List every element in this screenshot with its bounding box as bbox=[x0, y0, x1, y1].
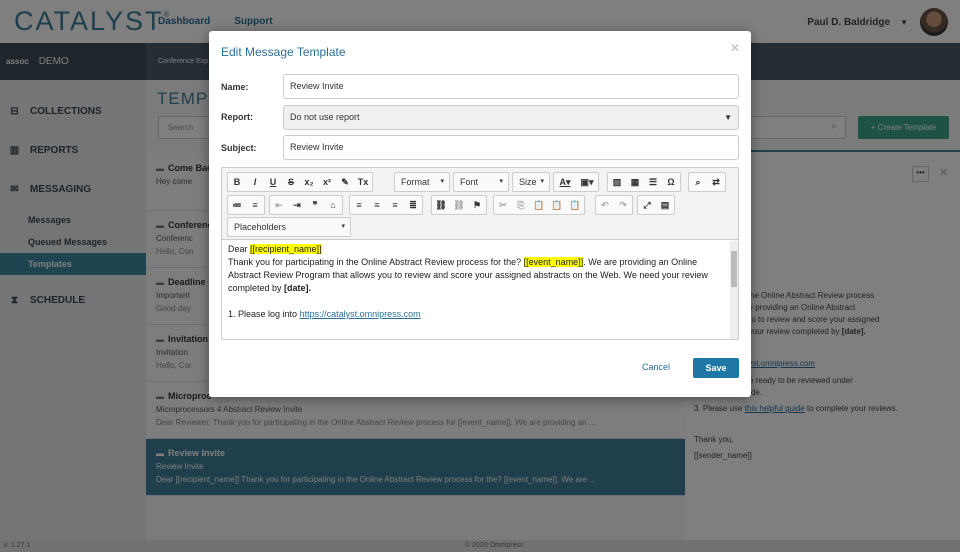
size-dropdown[interactable]: Size ▾ bbox=[512, 172, 550, 192]
indent-icon[interactable]: ⇥ bbox=[288, 196, 306, 214]
align-right-icon[interactable]: ≡ bbox=[386, 196, 404, 214]
caret-down-icon: ▾ bbox=[341, 223, 345, 230]
editor-scrollbar[interactable] bbox=[730, 241, 738, 339]
modal-title: Edit Message Template bbox=[221, 45, 346, 59]
report-label: Report: bbox=[221, 112, 253, 122]
report-select[interactable]: Do not use report ▼ bbox=[283, 105, 739, 130]
source-icon[interactable]: ▤ bbox=[656, 196, 674, 214]
subject-field[interactable]: Review Invite bbox=[283, 135, 739, 160]
link-group: ⛓ ⛓ ⚑ bbox=[431, 195, 487, 215]
outdent-icon[interactable]: ⇤ bbox=[270, 196, 288, 214]
color-group: A▾ ▣▾ bbox=[553, 172, 599, 192]
remove-format-icon[interactable]: Tx bbox=[354, 173, 372, 191]
font-dropdown[interactable]: Font ▾ bbox=[453, 172, 509, 192]
bold-button[interactable]: B bbox=[228, 173, 246, 191]
editor-body[interactable]: Dear [[recipient_name]] Thank you for pa… bbox=[222, 241, 732, 339]
superscript-button[interactable]: x² bbox=[318, 173, 336, 191]
anchor-flag-icon[interactable]: ⚑ bbox=[468, 196, 486, 214]
format-dropdown[interactable]: Format ▾ bbox=[394, 172, 450, 192]
bullet-list-icon[interactable]: ≡ bbox=[246, 196, 264, 214]
rich-text-editor: B I U S x₂ x² ✎ Tx Format ▾ Font ▾ Size ▾ A… bbox=[221, 167, 739, 340]
unlink-icon[interactable]: ⛓ bbox=[450, 196, 468, 214]
event-placeholder: [[event_name]] bbox=[523, 257, 584, 267]
search-icon[interactable]: ⌕ bbox=[689, 173, 707, 191]
editor-link-catalyst[interactable]: https://catalyst.omnipress.com bbox=[300, 309, 421, 319]
paste-text-icon[interactable]: 📋 bbox=[548, 196, 566, 214]
placeholders-dropdown[interactable]: Placeholders ▾ bbox=[227, 217, 351, 237]
caret-down-icon: ▾ bbox=[499, 178, 503, 185]
editor-toolbar: B I U S x₂ x² ✎ Tx Format ▾ Font ▾ Size ▾ A… bbox=[222, 168, 738, 240]
bg-color-icon[interactable]: ▣▾ bbox=[576, 173, 598, 191]
replace-icon[interactable]: ⇄ bbox=[707, 173, 725, 191]
table-icon[interactable]: ▦ bbox=[626, 173, 644, 191]
strike-button[interactable]: S bbox=[282, 173, 300, 191]
scrollbar-thumb[interactable] bbox=[731, 251, 737, 287]
text-style-group: B I U S x₂ x² ✎ Tx bbox=[227, 172, 373, 192]
name-field[interactable]: Review Invite bbox=[283, 74, 739, 99]
clipboard-group: ✂ ⎘ 📋 📋 📋 bbox=[493, 195, 585, 215]
blockquote-icon[interactable]: ❞ bbox=[306, 196, 324, 214]
align-center-icon[interactable]: ≡ bbox=[368, 196, 386, 214]
close-icon[interactable]: ✕ bbox=[730, 41, 740, 55]
copy-icon[interactable]: ⎘ bbox=[512, 196, 530, 214]
view-group: ⤢ ▤ bbox=[637, 195, 675, 215]
underline-button[interactable]: U bbox=[264, 173, 282, 191]
copy-format-icon[interactable]: ✎ bbox=[336, 173, 354, 191]
edit-template-modal: Edit Message Template ✕ Name: Review Inv… bbox=[209, 31, 751, 397]
special-char-icon[interactable]: Ω bbox=[662, 173, 680, 191]
save-button[interactable]: Save bbox=[693, 358, 739, 378]
align-left-icon[interactable]: ≡ bbox=[350, 196, 368, 214]
caret-down-icon: ▾ bbox=[540, 178, 544, 185]
cut-icon[interactable]: ✂ bbox=[494, 196, 512, 214]
name-label: Name: bbox=[221, 82, 249, 92]
list-group: ≔ ≡ bbox=[227, 195, 265, 215]
maximize-icon[interactable]: ⤢ bbox=[638, 196, 656, 214]
subject-label: Subject: bbox=[221, 143, 257, 153]
history-group: ↶ ↷ bbox=[595, 195, 633, 215]
cancel-button[interactable]: Cancel bbox=[642, 362, 670, 372]
caret-down-icon: ▼ bbox=[724, 113, 732, 122]
find-group: ⌕ ⇄ bbox=[688, 172, 726, 192]
recipient-placeholder: [[recipient_name]] bbox=[250, 244, 322, 254]
link-icon[interactable]: ⛓ bbox=[432, 196, 450, 214]
insert-group: ▨ ▦ ☰ Ω bbox=[607, 172, 681, 192]
image-icon[interactable]: ▨ bbox=[608, 173, 626, 191]
align-justify-icon[interactable]: ≣ bbox=[404, 196, 422, 214]
italic-button[interactable]: I bbox=[246, 173, 264, 191]
redo-icon[interactable]: ↷ bbox=[614, 196, 632, 214]
undo-icon[interactable]: ↶ bbox=[596, 196, 614, 214]
numbered-list-icon[interactable]: ≔ bbox=[228, 196, 246, 214]
text-color-icon[interactable]: A▾ bbox=[554, 173, 576, 191]
horizontal-line-icon[interactable]: ☰ bbox=[644, 173, 662, 191]
paste-word-icon[interactable]: 📋 bbox=[566, 196, 584, 214]
caret-down-icon: ▾ bbox=[440, 178, 444, 185]
paste-icon[interactable]: 📋 bbox=[530, 196, 548, 214]
subscript-button[interactable]: x₂ bbox=[300, 173, 318, 191]
indent-group: ⇤ ⇥ ❞ ⌂ bbox=[269, 195, 343, 215]
align-group: ≡ ≡ ≡ ≣ bbox=[349, 195, 423, 215]
div-container-icon[interactable]: ⌂ bbox=[324, 196, 342, 214]
